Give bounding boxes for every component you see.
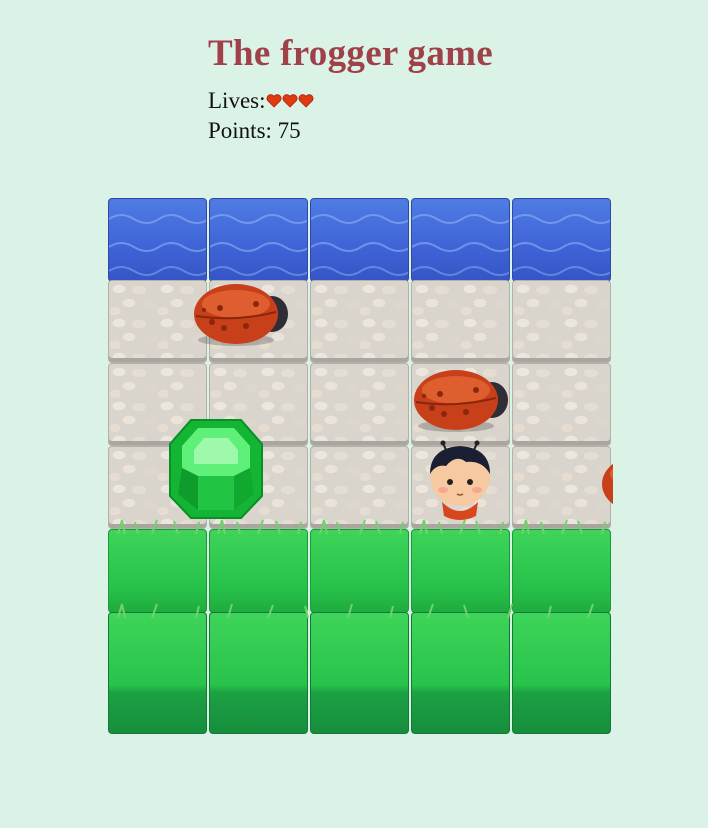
game-board[interactable] xyxy=(108,196,613,734)
stone-tile xyxy=(310,363,409,446)
water-tile xyxy=(310,198,409,282)
heart-icon xyxy=(298,94,313,108)
player-character[interactable] xyxy=(422,440,498,522)
grass-tile xyxy=(512,612,611,734)
stone-tile xyxy=(512,363,611,446)
grass-tile xyxy=(310,612,409,734)
grass-tile xyxy=(411,612,510,734)
green-gem-collectible xyxy=(169,419,263,519)
heart-icon xyxy=(266,94,281,108)
water-tile xyxy=(108,198,207,282)
game-title: The frogger game xyxy=(208,33,493,74)
heart-icon xyxy=(282,94,297,108)
grass-tile xyxy=(209,612,308,734)
points-display: Points: 75 xyxy=(208,118,301,144)
water-tile xyxy=(512,198,611,282)
lives-hearts xyxy=(266,88,314,113)
stone-tile xyxy=(512,280,611,363)
red-bug-enemy xyxy=(414,370,508,432)
red-bug-enemy xyxy=(602,463,613,505)
lives-label: Lives: xyxy=(208,88,266,113)
lives-display: Lives: xyxy=(208,88,314,114)
water-tile xyxy=(411,198,510,282)
grass-tile xyxy=(108,612,207,734)
grass-blades-decoration xyxy=(117,519,606,619)
red-bug-enemy xyxy=(194,284,288,346)
points-label: Points: xyxy=(208,118,272,143)
points-value: 75 xyxy=(277,118,301,143)
stone-tile xyxy=(411,280,510,363)
stone-tile xyxy=(310,280,409,363)
water-tile xyxy=(209,198,308,282)
